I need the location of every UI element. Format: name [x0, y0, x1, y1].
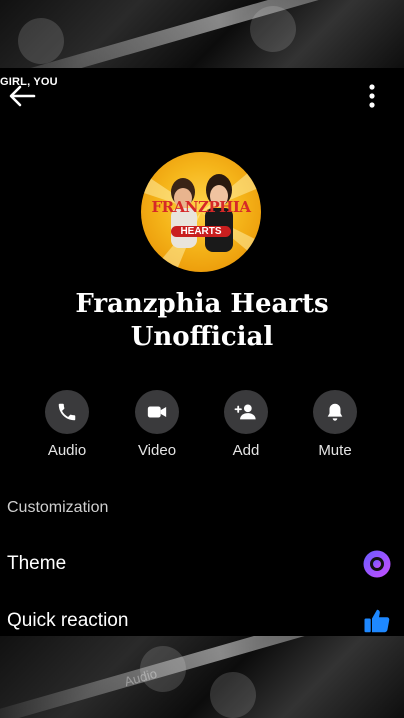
- theme-icon: [362, 549, 392, 579]
- arrow-left-icon: [9, 85, 36, 107]
- video-button-circle: [135, 390, 179, 434]
- bell-icon: [327, 403, 343, 421]
- quick-reaction-label: Quick reaction: [7, 610, 129, 631]
- theme-row[interactable]: Theme: [0, 543, 404, 587]
- group-name: Franzphia Hearts Unofficial: [40, 288, 364, 354]
- add-button-circle: [224, 390, 268, 434]
- avatar-title-text: FRANZPHIA: [151, 198, 251, 216]
- thumbs-up-icon: [362, 606, 392, 636]
- avatar-subtitle-text: HEARTS: [171, 226, 231, 237]
- add-person-icon: [234, 404, 256, 420]
- video-camera-icon: [147, 406, 167, 418]
- top-overlay-strip: [0, 0, 404, 68]
- group-name-line1: Franzphia Hearts: [75, 289, 329, 319]
- customization-section-title: Customization: [7, 499, 109, 516]
- bottom-overlay-strip: Audio: [0, 636, 404, 718]
- video-label: Video: [137, 442, 177, 459]
- add-label: Add: [232, 442, 260, 459]
- action-bar: Audio Video Add Mute: [0, 390, 404, 470]
- more-options-button[interactable]: [362, 82, 382, 110]
- phone-icon: [58, 403, 76, 421]
- audio-label: Audio: [47, 442, 87, 459]
- video-call-button[interactable]: Video: [122, 390, 192, 459]
- group-avatar[interactable]: FRANZPHIA HEARTS: [141, 152, 261, 272]
- mute-button-circle: [313, 390, 357, 434]
- audio-button-circle: [45, 390, 89, 434]
- group-name-line2: Unofficial: [130, 322, 274, 352]
- back-button[interactable]: [8, 84, 36, 108]
- vertical-dots-icon: [369, 84, 375, 108]
- overlay-light-band: [0, 636, 404, 718]
- mute-label: Mute: [318, 442, 352, 459]
- audio-call-button[interactable]: Audio: [32, 390, 102, 459]
- mute-button[interactable]: Mute: [300, 390, 370, 459]
- theme-label: Theme: [7, 553, 67, 574]
- add-people-button[interactable]: Add: [211, 390, 281, 459]
- ghost-video-icon: [204, 666, 262, 718]
